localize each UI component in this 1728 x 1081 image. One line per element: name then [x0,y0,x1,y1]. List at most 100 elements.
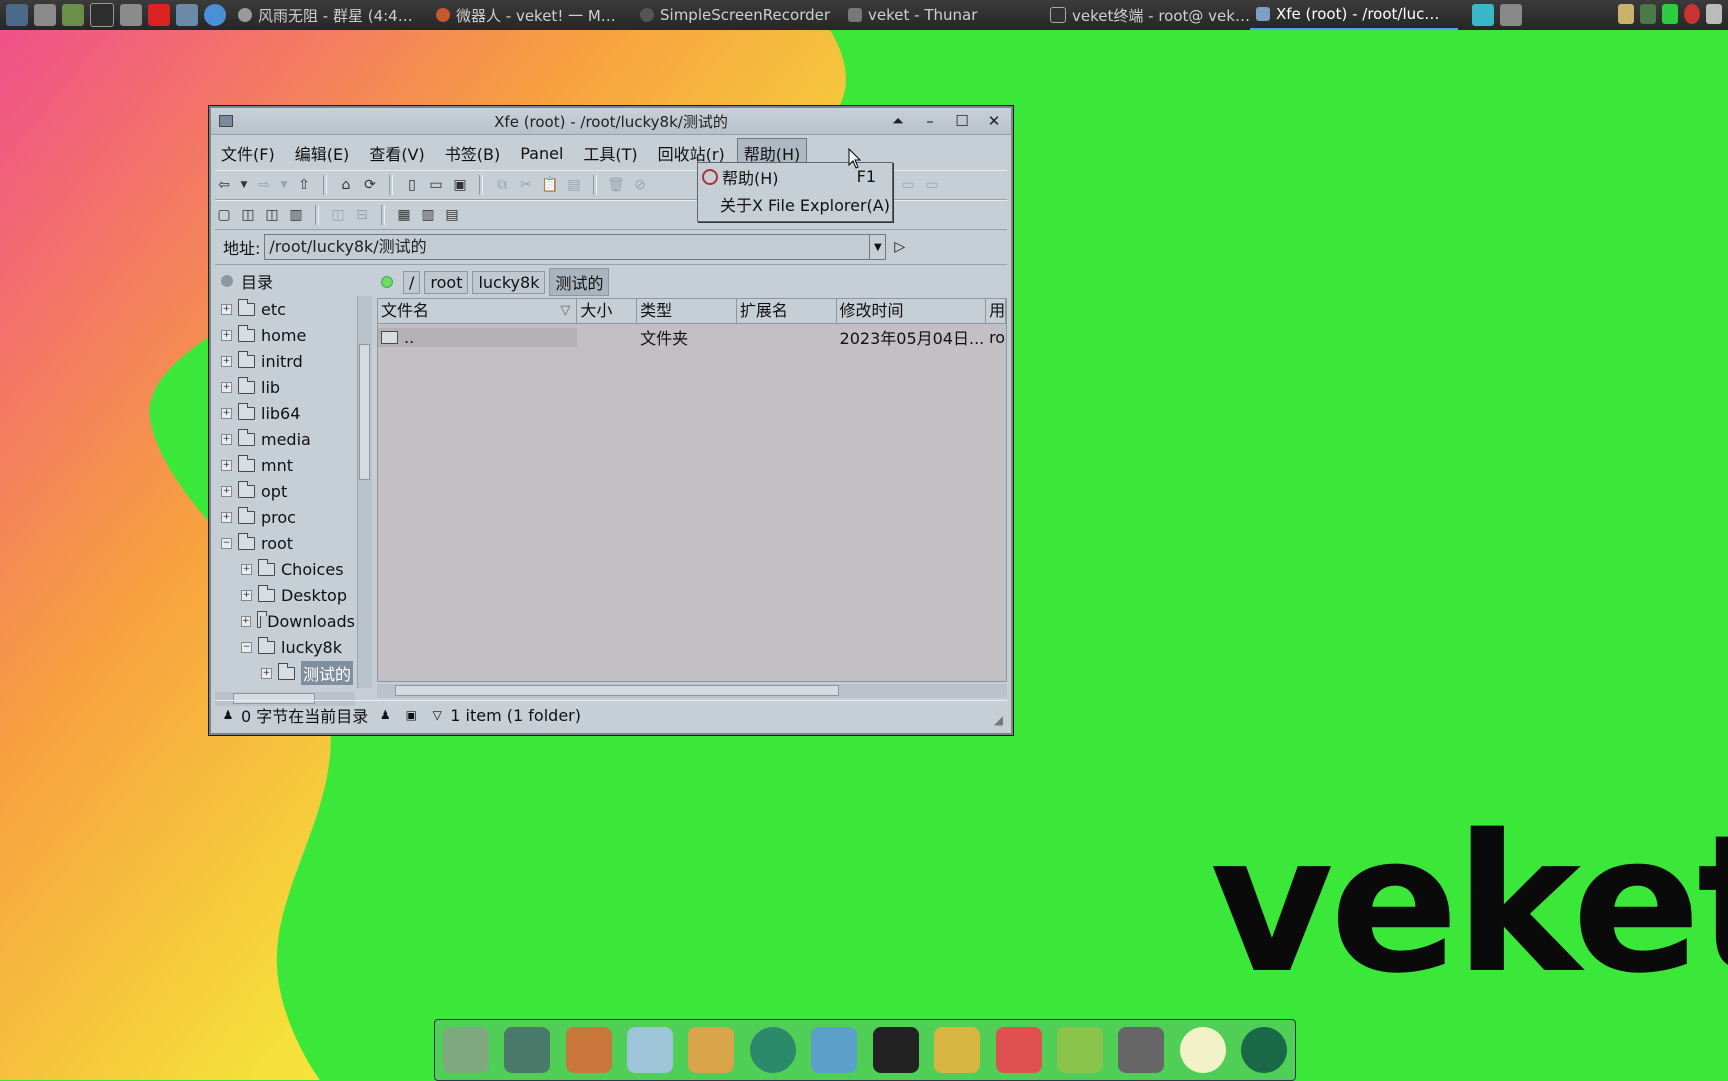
browser-launcher-icon[interactable] [176,4,198,26]
tree-node[interactable]: + media [215,426,355,452]
task-music-player[interactable]: 风雨无阻 - 群星 (4:4… [232,1,430,29]
home-icon[interactable]: ⌂ [337,176,355,194]
scrollbar-thumb[interactable] [359,344,370,480]
printer-launcher-icon[interactable] [120,4,142,26]
show-desktop-icon[interactable] [1500,4,1522,26]
big-icons-view-icon[interactable]: ▦ [395,206,413,224]
clipboard-tray-icon[interactable] [1618,4,1634,24]
tree-node[interactable]: + proc [215,504,355,530]
properties-icon[interactable]: ▣ [451,176,469,194]
column-size[interactable]: 大小 [577,299,638,323]
help-menu-item-about[interactable]: 关于X File Explorer(A) [698,190,892,217]
task-browser[interactable]: 微器人 - veket! 一 M… [430,1,634,29]
breadcrumb-root[interactable]: / [403,270,421,294]
battery-tray-icon[interactable] [1662,4,1678,24]
new-file-icon[interactable]: ▯ [403,176,421,194]
vertical-split-icon[interactable]: ◫ [329,206,347,224]
column-name[interactable]: 文件名 ▽ [378,299,578,323]
menu-file[interactable]: 文件(F) [213,138,283,168]
task-thunar[interactable]: veket - Thunar [842,1,1044,29]
tree-node[interactable]: + 测试的 [215,660,355,686]
small-icons-view-icon[interactable]: ▥ [419,206,437,224]
tree-node[interactable]: + lib64 [215,400,355,426]
shield-launcher-icon[interactable] [148,4,170,26]
expand-icon[interactable]: + [221,303,232,315]
address-input[interactable]: /root/lucky8k/测试的 [264,234,871,260]
menu-bookmarks[interactable]: 书签(B) [437,138,508,168]
expand-icon[interactable]: + [221,407,232,419]
play-launcher-icon[interactable] [62,4,84,26]
expand-icon[interactable]: + [241,563,252,575]
expand-icon[interactable]: + [221,381,232,393]
back-history-icon[interactable]: ▼ [239,176,249,194]
menu-edit[interactable]: 编辑(E) [287,138,358,168]
expand-icon[interactable]: + [221,329,232,341]
penguin-dock-icon[interactable] [872,1027,919,1073]
network-launcher-icon[interactable] [204,4,226,26]
menu-panel[interactable]: Panel [512,141,571,166]
task-xfe[interactable]: Xfe (root) - /root/luc… [1250,0,1458,30]
expand-icon[interactable]: + [221,511,232,523]
filter-icon[interactable]: ▽ [430,708,444,722]
new-folder-icon[interactable]: ▭ [427,176,445,194]
tree-panel-icon[interactable]: ◫ [239,206,257,224]
task-screen-recorder[interactable]: SimpleScreenRecorder [634,1,842,29]
globe-dock-icon[interactable] [1241,1027,1288,1073]
breadcrumb-lucky8k[interactable]: lucky8k [472,270,546,294]
drive-dock-icon[interactable] [1118,1027,1165,1073]
power-dock-icon[interactable] [749,1027,796,1073]
shade-button[interactable]: ⏶ [887,110,909,132]
menu-view[interactable]: 查看(V) [361,138,432,168]
minimize-button[interactable]: – [919,110,941,132]
desktop-dock-icon[interactable] [504,1027,551,1073]
tree-node[interactable]: − lucky8k [215,634,355,660]
horizontal-split-icon[interactable]: ⊟ [353,206,371,224]
tree-node[interactable]: + Choices [215,556,355,582]
column-modified[interactable]: 修改时间 [837,299,987,323]
close-button[interactable]: ✕ [983,110,1005,132]
user-filter-icon[interactable]: ♟ [378,708,392,722]
collapse-icon[interactable]: − [241,641,252,653]
cut-icon[interactable]: ✂ [517,176,535,194]
tools-dock-icon[interactable] [1056,1027,1103,1073]
forward-arrow-icon[interactable]: ⇨ [255,176,273,194]
tree-node[interactable]: + lib [215,374,355,400]
hidden-files-icon[interactable]: ▣ [404,708,418,722]
tree-node[interactable]: + etc [215,296,355,322]
column-extension[interactable]: 扩展名 [737,299,837,323]
breadcrumb-current[interactable]: 测试的 [549,268,610,296]
rename-icon[interactable]: ▤ [565,176,583,194]
file-horizontal-scrollbar[interactable] [377,684,1007,698]
squirrel-dock-icon[interactable] [565,1027,612,1073]
task-terminal[interactable]: veket终端 - root@ vek… [1044,1,1250,29]
tree-node[interactable]: + initrd [215,348,355,374]
tree-node[interactable]: + opt [215,478,355,504]
network-tray-icon[interactable] [1640,4,1656,24]
up-arrow-icon[interactable]: ⇧ [295,176,313,194]
collapse-icon[interactable]: − [221,537,232,549]
trash-icon[interactable]: 🗑 [607,176,625,194]
expand-icon[interactable]: + [241,615,251,627]
scrollbar-thumb[interactable] [395,685,839,696]
address-dropdown-icon[interactable]: ▼ [870,234,887,260]
breadcrumb-root-dir[interactable]: root [424,270,469,294]
terminal-launcher-icon[interactable] [90,3,114,27]
window-menu-icon[interactable] [219,115,233,127]
go-arrow-icon[interactable]: ▷ [894,239,905,255]
menu-tools[interactable]: 工具(T) [575,138,645,168]
expand-icon[interactable]: + [261,667,272,679]
book-dock-icon[interactable] [934,1027,981,1073]
toggle-panel-icon[interactable]: ▭ [899,176,917,194]
settings-gear-icon[interactable] [34,4,56,26]
system-monitor-icon[interactable] [6,4,28,26]
file-row[interactable]: .. 文件夹 2023年05月04日... roc [378,324,1006,350]
brightness-dock-icon[interactable] [1179,1027,1226,1073]
tree-two-panels-icon[interactable]: ▥ [287,206,305,224]
editor-dock-icon[interactable] [626,1027,673,1073]
column-user[interactable]: 用 [986,299,1006,323]
column-type[interactable]: 类型 [637,299,737,323]
delete-icon[interactable]: ⊘ [631,176,649,194]
detailed-view-icon[interactable]: ▤ [443,206,461,224]
copy-icon[interactable]: ⧉ [493,176,511,194]
paste-icon[interactable]: 📋 [541,176,559,194]
